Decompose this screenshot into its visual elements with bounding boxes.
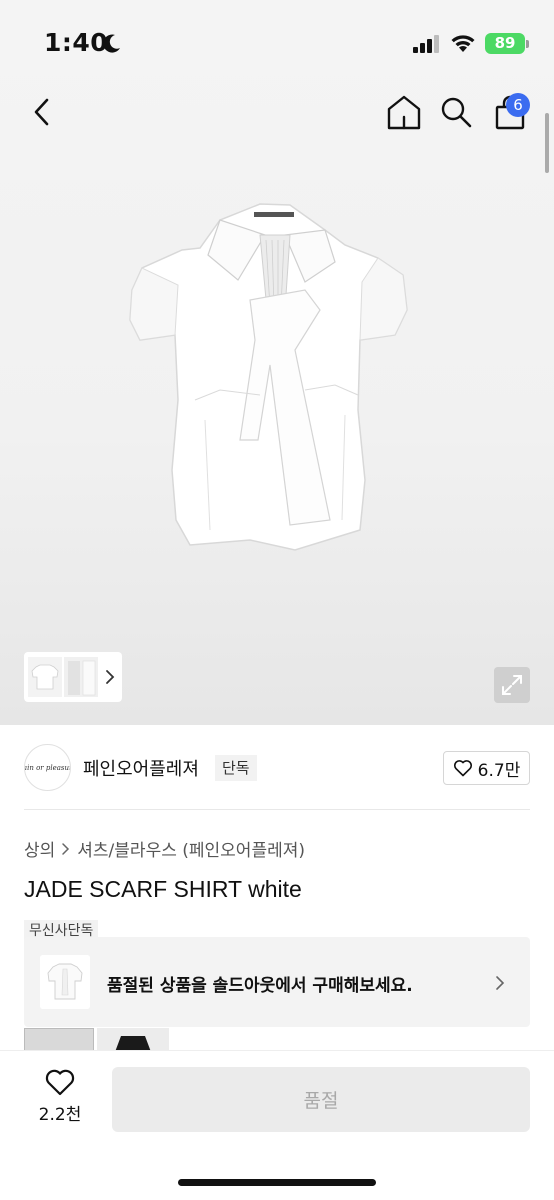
banner-product-thumbnail [40,955,90,1009]
buy-button-label: 품절 [303,1090,339,1112]
brand-like-button[interactable]: 6.7만 [443,751,530,785]
soldout-banner-text: 품절된 상품을 솔드아웃에서 구매해보세요. [107,976,413,996]
battery-level: 89 [494,34,516,52]
product-image[interactable] [120,190,430,580]
product-title: JADE SCARF SHIRT white [24,876,302,902]
back-arrow-icon[interactable] [28,94,58,130]
status-bar: 1:40 89 [0,0,554,90]
section-divider [24,809,530,810]
variant-black[interactable] [97,1028,169,1050]
heart-icon [45,1069,75,1096]
thumbnail-strip[interactable] [24,652,122,702]
battery-indicator: 89 [485,33,525,54]
product-like-count: 2.2천 [38,1105,82,1125]
brand-logo-text: Pain or pleasure [25,763,70,772]
variant-white[interactable] [24,1028,94,1050]
soldout-buy-button[interactable]: 품절 [112,1067,530,1132]
chevron-right-icon [496,976,505,990]
variant-black-image [115,1036,151,1050]
status-time: 1:40 [44,28,109,57]
product-like-button[interactable]: 2.2천 [36,1068,84,1128]
breadcrumb: 상의 셔츠/블라우스 (페인오어플레져) [24,836,305,861]
brand-logo[interactable]: Pain or pleasure [24,744,71,791]
cellular-signal-icon [413,35,439,53]
breadcrumb-category-2[interactable]: 셔츠/블라우스 (페인오어플레져) [77,836,305,861]
wifi-icon [451,35,475,52]
brand-like-count: 6.7만 [477,760,521,781]
soldout-banner[interactable]: 품절된 상품을 솔드아웃에서 구매해보세요. [24,937,530,1027]
chevron-right-icon [62,842,70,855]
home-icon[interactable] [384,92,424,132]
expand-icon[interactable] [494,667,530,703]
brand-exclusive-tag: 단독 [215,755,257,781]
moon-icon [103,34,120,53]
home-indicator [178,1179,376,1186]
color-variant-strip[interactable] [24,1028,174,1050]
thumbnail-model[interactable] [64,657,98,697]
thumbnail-front[interactable] [28,657,62,697]
search-icon[interactable] [438,92,474,132]
breadcrumb-category-1[interactable]: 상의 [24,836,55,861]
battery-cap [526,40,529,48]
brand-name[interactable]: 페인오어플레져 [83,755,199,781]
scroll-indicator [545,113,549,173]
cart-count-badge: 6 [506,93,530,117]
chevron-right-icon[interactable] [104,668,116,686]
heart-icon [453,760,472,777]
